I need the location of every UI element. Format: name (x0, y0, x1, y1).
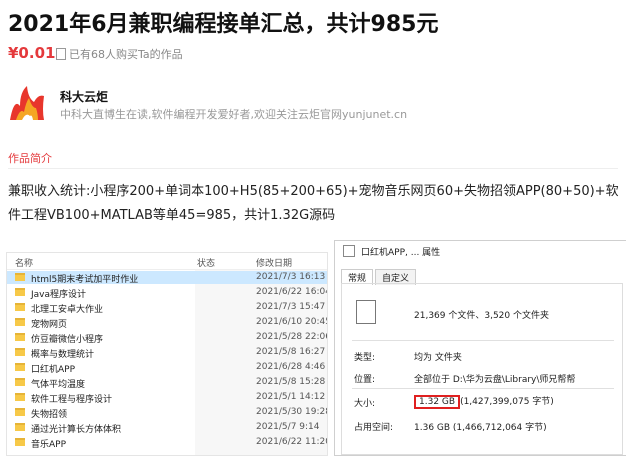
folder-icon (15, 288, 25, 296)
divider (352, 340, 614, 341)
modified-date: 2021/5/30 19:28 (256, 407, 328, 417)
table-row[interactable]: 概率与数理统计 2021/5/8 16:27 (7, 346, 327, 360)
table-row[interactable]: 失物招领 2021/5/30 19:28 (7, 406, 328, 420)
folder-icon (15, 408, 25, 416)
column-status: 状态 (197, 259, 216, 269)
section-label: 作品简介 (8, 152, 52, 165)
folder-name: 气体平均温度 (31, 380, 86, 390)
modified-date: 2021/6/22 16:04 (256, 287, 328, 297)
folder-name: 通过光计算长方体体积 (31, 425, 122, 435)
location-value: 全部位于 D:\华为云盘\Library\师兄帮帮 (414, 375, 576, 385)
divider (352, 388, 614, 389)
price: ¥0.01 (8, 44, 56, 62)
files-icon (356, 300, 380, 328)
table-row[interactable]: 气体平均温度 2021/5/8 15:28 (7, 376, 327, 390)
dialog-title: 口红机APP, ... 属性 (361, 247, 441, 258)
folder-icon (15, 303, 25, 311)
folder-icon (15, 393, 25, 401)
table-row[interactable]: 北理工安卓大作业 2021/7/3 15:47 (7, 301, 327, 315)
modified-date: 2021/6/10 20:45 (256, 317, 328, 327)
folder-name: 北理工安卓大作业 (31, 305, 104, 315)
size-highlight: 1.32 GB (414, 395, 461, 409)
table-row[interactable]: Java程序设计 2021/6/22 16:04 (7, 286, 328, 300)
modified-date: 2021/6/28 4:46 (256, 362, 326, 372)
purchase-count: 已有68人购买Ta的作品 (56, 46, 183, 62)
folder-icon (15, 423, 25, 431)
column-date: 修改日期 (256, 259, 293, 269)
modified-date: 2021/6/22 11:20 (256, 437, 328, 447)
table-row[interactable]: 宠物网页 2021/6/10 20:45 (7, 316, 328, 330)
file-counts: 21,369 个文件、3,520 个文件夹 (414, 311, 549, 321)
size-value-row: 1.32 GB (1,427,399,075 字节) (414, 394, 554, 409)
disk-value: 1.36 GB (1,466,712,064 字节) (414, 423, 547, 433)
file-explorer-screenshot: 名称 状态 修改日期 html5期末考试加平时作业 2021/7/3 16:13 J… (6, 252, 328, 456)
work-description: 兼职收入统计:小程序200+单词本100+H5(85+200+65)+宠物音乐网… (8, 184, 619, 223)
folder-name: 仿豆瓣微信小程序 (31, 335, 104, 345)
folder-icon (343, 245, 355, 257)
folder-icon (15, 318, 25, 326)
section-divider (8, 168, 618, 169)
table-row[interactable]: html5期末考试加平时作业 2021/7/3 16:13 (7, 271, 327, 285)
disk-label: 占用空间: (354, 423, 394, 433)
folder-name: 音乐APP (31, 440, 67, 450)
folder-name: Java程序设计 (31, 290, 87, 300)
folder-name: 软件工程与程序设计 (31, 395, 113, 405)
folder-icon (15, 273, 25, 281)
document-icon (56, 48, 66, 60)
folder-name: html5期末考试加平时作业 (31, 275, 139, 285)
modified-date: 2021/5/7 9:14 (256, 422, 320, 432)
folder-icon (15, 378, 25, 386)
folder-icon (15, 438, 25, 446)
folder-name: 口红机APP (31, 365, 76, 375)
explorer-header: 名称 状态 修改日期 (7, 253, 327, 270)
location-label: 位置: (354, 375, 376, 385)
table-row[interactable]: 软件工程与程序设计 2021/5/1 14:12 (7, 391, 327, 405)
table-row[interactable]: 口红机APP 2021/6/28 4:46 (7, 361, 327, 375)
page-title: 2021年6月兼职编程接单汇总，共计985元 (8, 12, 439, 37)
table-row[interactable]: 通过光计算长方体体积 2021/5/7 9:14 (7, 421, 327, 435)
folder-icon (15, 333, 25, 341)
modified-date: 2021/5/8 15:28 (256, 377, 326, 387)
column-name: 名称 (15, 259, 34, 269)
modified-date: 2021/7/3 15:47 (256, 302, 326, 312)
dialog-body: 21,369 个文件、3,520 个文件夹 类型: 均为 文件夹 位置: 全部位… (341, 283, 623, 455)
table-row[interactable]: 音乐APP 2021/6/22 11:20 (7, 436, 328, 450)
folder-icon (15, 348, 25, 356)
author-logo[interactable] (6, 84, 48, 124)
type-value: 均为 文件夹 (414, 353, 462, 363)
modified-date: 2021/5/28 22:06 (256, 332, 328, 342)
modified-date: 2021/5/8 16:27 (256, 347, 326, 357)
folder-name: 概率与数理统计 (31, 350, 95, 360)
type-label: 类型: (354, 353, 376, 363)
table-row[interactable]: 仿豆瓣微信小程序 2021/5/28 22:06 (7, 331, 328, 345)
size-bytes: (1,427,399,075 字节) (460, 397, 554, 407)
folder-name: 失物招领 (31, 410, 68, 420)
dialog-titlebar: 口红机APP, ... 属性 (335, 241, 626, 261)
size-label: 大小: (354, 399, 376, 409)
folder-name: 宠物网页 (31, 320, 68, 330)
modified-date: 2021/7/3 16:13 (256, 272, 326, 282)
purchase-count-text: 已有68人购买Ta的作品 (69, 48, 183, 61)
properties-dialog: 口红机APP, ... 属性 常规 自定义 21,369 个文件、3,520 个… (334, 240, 626, 456)
author-name[interactable]: 科大云炬 (60, 88, 108, 105)
folder-icon (15, 363, 25, 371)
modified-date: 2021/5/1 14:12 (256, 392, 326, 402)
author-description: 中科大直博生在读,软件编程开发爱好者,欢迎关注云炬官网yunjunet.cn (60, 108, 408, 121)
